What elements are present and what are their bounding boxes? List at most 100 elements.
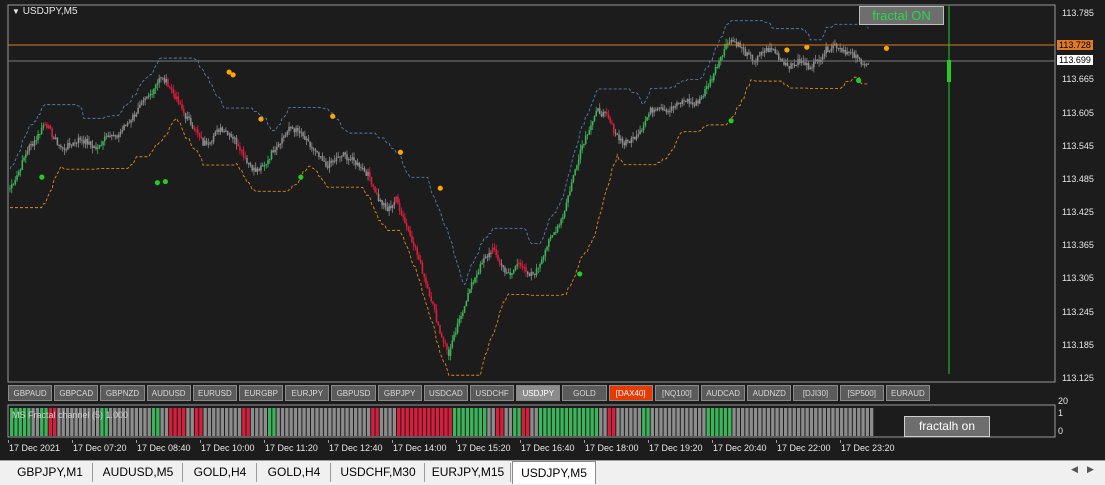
- candle-body: [174, 93, 176, 100]
- symbol-button-eurusd[interactable]: EURUSD: [192, 385, 237, 401]
- candle-body: [634, 137, 636, 140]
- indicator-bar: [164, 408, 169, 436]
- chart-tab-usdjpy-m5[interactable]: USDJPY,M5: [512, 461, 596, 484]
- symbol-button-gbpaud[interactable]: GBPAUD: [8, 385, 53, 401]
- symbol-button-dax40[interactable]: [DAX40]: [608, 385, 653, 401]
- candle-body: [383, 203, 385, 205]
- chart-tab-usdchf-m30[interactable]: USDCHF,M30: [332, 463, 425, 482]
- symbol-button-usdcad[interactable]: USDCAD: [423, 385, 468, 401]
- candle-body: [153, 88, 155, 95]
- candle-body: [139, 105, 141, 108]
- candle-body: [119, 131, 122, 135]
- candle-body: [291, 127, 294, 129]
- candle-body: [207, 143, 210, 145]
- time-tick-mark: [648, 440, 649, 443]
- candle-body: [56, 137, 59, 145]
- indicator-bar: [194, 408, 199, 436]
- indicator-label: MS Fractal channel (5) 1.000: [12, 410, 129, 420]
- symbol-button-gbpusd[interactable]: GBPUSD: [331, 385, 376, 401]
- fractalh-on-button[interactable]: fractalh on: [904, 416, 990, 437]
- candle-body: [849, 51, 852, 54]
- symbol-button-usdchf[interactable]: USDCHF: [470, 385, 515, 401]
- candle-body: [402, 214, 404, 218]
- candle-body: [519, 262, 522, 266]
- indicator-bar: [633, 408, 637, 436]
- indicator-bar: [276, 408, 280, 436]
- tab-scroll-right-icon[interactable]: ▶: [1087, 464, 1094, 475]
- symbol-button-gbpcad[interactable]: GBPCAD: [54, 385, 99, 401]
- price-axis[interactable]: 113.785 113.728 113.665 113.605 113.545 113.4…: [1056, 0, 1105, 460]
- indicator-bar: [397, 408, 401, 436]
- candle-body: [453, 334, 455, 341]
- candle-body: [614, 132, 617, 135]
- candle-body: [47, 125, 50, 129]
- chart-window[interactable]: ▼ USDJPY,M5 fractal ON 113.785 113.728 113…: [0, 0, 1105, 460]
- indicator-bar: [280, 408, 285, 436]
- indicator-bar: [504, 408, 508, 436]
- candle-body: [830, 48, 833, 51]
- candle-body: [274, 150, 276, 153]
- candle-body: [844, 49, 847, 55]
- indicator-bar: [848, 408, 852, 436]
- indicator-bar: [405, 408, 409, 436]
- indicator-bar: [784, 408, 788, 436]
- candle-body: [828, 50, 831, 53]
- candle-body: [674, 106, 676, 108]
- dropdown-triangle-icon[interactable]: ▼: [12, 7, 20, 16]
- candle-body: [744, 49, 747, 57]
- price-tick-label: 113.545: [1062, 140, 1094, 151]
- candle-body: [470, 282, 473, 290]
- price-panel-frame: [7, 4, 1056, 383]
- symbol-button-dji30[interactable]: [DJI30]: [793, 385, 838, 401]
- symbol-button-eurjpy[interactable]: EURJPY: [285, 385, 330, 401]
- candle-body: [758, 55, 761, 57]
- candle-body: [393, 202, 396, 205]
- candle-body: [760, 51, 762, 56]
- candle-body: [118, 134, 120, 138]
- candle-body: [184, 113, 187, 119]
- chart-tab-eurjpy-m15[interactable]: EURJPY,M15: [426, 463, 511, 482]
- candle-body: [244, 156, 246, 158]
- candle-body: [846, 51, 848, 55]
- symbol-button-eurgbp[interactable]: EURGBP: [239, 385, 284, 401]
- candle-body: [397, 196, 399, 204]
- candle-body: [235, 137, 238, 145]
- candle-body: [75, 142, 78, 144]
- symbol-button-usdjpy[interactable]: USDJPY: [516, 385, 561, 401]
- candle-body: [126, 123, 129, 126]
- chart-tab-gold-h4[interactable]: GOLD,H4: [258, 463, 331, 482]
- symbol-button-euraud[interactable]: EURAUD: [885, 385, 930, 401]
- candle-body: [454, 332, 457, 335]
- indicator-bar: [779, 408, 783, 436]
- symbol-button-nq100[interactable]: [NQ100]: [654, 385, 699, 401]
- price-tick-label: 113.605: [1062, 107, 1094, 118]
- candle-body: [488, 252, 490, 258]
- symbol-button-gbpjpy[interactable]: GBPJPY: [377, 385, 422, 401]
- indicator-bar: [323, 408, 328, 436]
- candle-body: [300, 132, 303, 134]
- tab-scroll-left-icon[interactable]: ◀: [1071, 464, 1078, 475]
- indicator-bar: [302, 408, 306, 436]
- candle-body: [95, 146, 97, 150]
- indicator-bar: [775, 408, 779, 436]
- symbol-button-audnzd[interactable]: AUDNZD: [747, 385, 792, 401]
- indicator-bar: [573, 408, 577, 436]
- candle-body: [539, 263, 541, 268]
- candle-body: [749, 54, 752, 56]
- chart-tab-audusd-m5[interactable]: AUDUSD,M5: [94, 463, 183, 482]
- candle-body: [21, 160, 24, 170]
- candle-body: [411, 235, 413, 243]
- indicator-bar: [186, 408, 190, 436]
- candle-body: [86, 138, 89, 145]
- fractal-on-badge[interactable]: fractal ON: [859, 6, 944, 25]
- indicator-bar: [689, 408, 693, 436]
- symbol-button-audusd[interactable]: AUDUSD: [146, 385, 191, 401]
- indicator-bar: [199, 408, 203, 436]
- symbol-button-gold[interactable]: GOLD: [562, 385, 607, 401]
- symbol-button-audcad[interactable]: AUDCAD: [701, 385, 746, 401]
- symbol-button-gbpnzd[interactable]: GBPNZD: [100, 385, 145, 401]
- chart-tab-gbpjpy-m1[interactable]: GBPJPY,M1: [8, 463, 93, 482]
- symbol-button-sp500[interactable]: [SP500]: [839, 385, 884, 401]
- indicator-bar: [341, 408, 345, 436]
- chart-tab-gold-h4[interactable]: GOLD,H4: [184, 463, 257, 482]
